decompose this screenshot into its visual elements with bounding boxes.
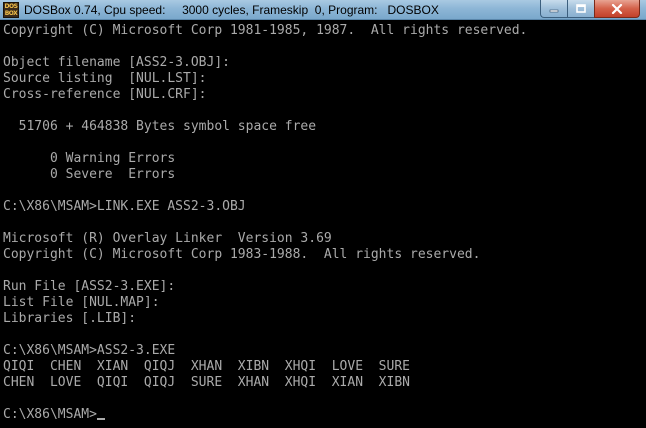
maximize-icon — [576, 3, 586, 13]
icon-label-top: DOS — [4, 3, 18, 10]
console-line: Copyright (C) Microsoft Corp 1981-1985, … — [3, 23, 528, 38]
console-line: Cross-reference [NUL.CRF]: — [3, 87, 207, 102]
console-line: 51706 + 464838 Bytes symbol space free — [3, 119, 317, 134]
title-bar[interactable]: DOS BOX DOSBox 0.74, Cpu speed: 3000 cyc… — [0, 0, 646, 20]
console-line: Libraries [.LIB]: — [3, 311, 137, 326]
console-line: List File [NUL.MAP]: — [3, 295, 160, 310]
console-line: Run File [ASS2-3.EXE]: — [3, 279, 176, 294]
icon-label-bottom: BOX — [4, 10, 18, 17]
console-prompt: C:\X86\MSAM> — [3, 407, 97, 422]
console-line: Copyright (C) Microsoft Corp 1983-1988. … — [3, 247, 481, 262]
minimize-icon — [549, 9, 559, 12]
console-line: QIQI CHEN XIAN QIQJ XHAN XIBN XHQI LOVE … — [3, 359, 410, 374]
close-button[interactable] — [594, 0, 640, 18]
console-line: CHEN LOVE QIQI QIQJ SURE XHAN XHQI XIAN … — [3, 375, 410, 390]
minimize-button[interactable] — [540, 0, 567, 18]
dosbox-icon[interactable]: DOS BOX — [3, 2, 19, 18]
caption-buttons — [540, 0, 640, 19]
console-line: Source listing [NUL.LST]: — [3, 71, 207, 86]
close-icon — [611, 3, 623, 14]
console-line: C:\X86\MSAM>ASS2-3.EXE — [3, 343, 176, 358]
dosbox-window: DOS BOX DOSBox 0.74, Cpu speed: 3000 cyc… — [0, 0, 646, 428]
console-prompt-line[interactable]: C:\X86\MSAM> — [3, 407, 527, 423]
console-line: Object filename [ASS2-3.OBJ]: — [3, 55, 230, 70]
window-title: DOSBox 0.74, Cpu speed: 3000 cycles, Fra… — [24, 3, 439, 17]
console-line: C:\X86\MSAM>LINK.EXE ASS2-3.OBJ — [3, 199, 246, 214]
console-line: Microsoft (R) Overlay Linker Version 3.6… — [3, 231, 332, 246]
maximize-button[interactable] — [567, 0, 594, 18]
dos-console[interactable]: Copyright (C) Microsoft Corp 1981-1985, … — [0, 20, 646, 428]
console-output: Copyright (C) Microsoft Corp 1981-1985, … — [3, 23, 527, 423]
console-line: 0 Severe Errors — [3, 167, 176, 182]
console-line: 0 Warning Errors — [3, 151, 176, 166]
text-cursor — [96, 418, 105, 420]
